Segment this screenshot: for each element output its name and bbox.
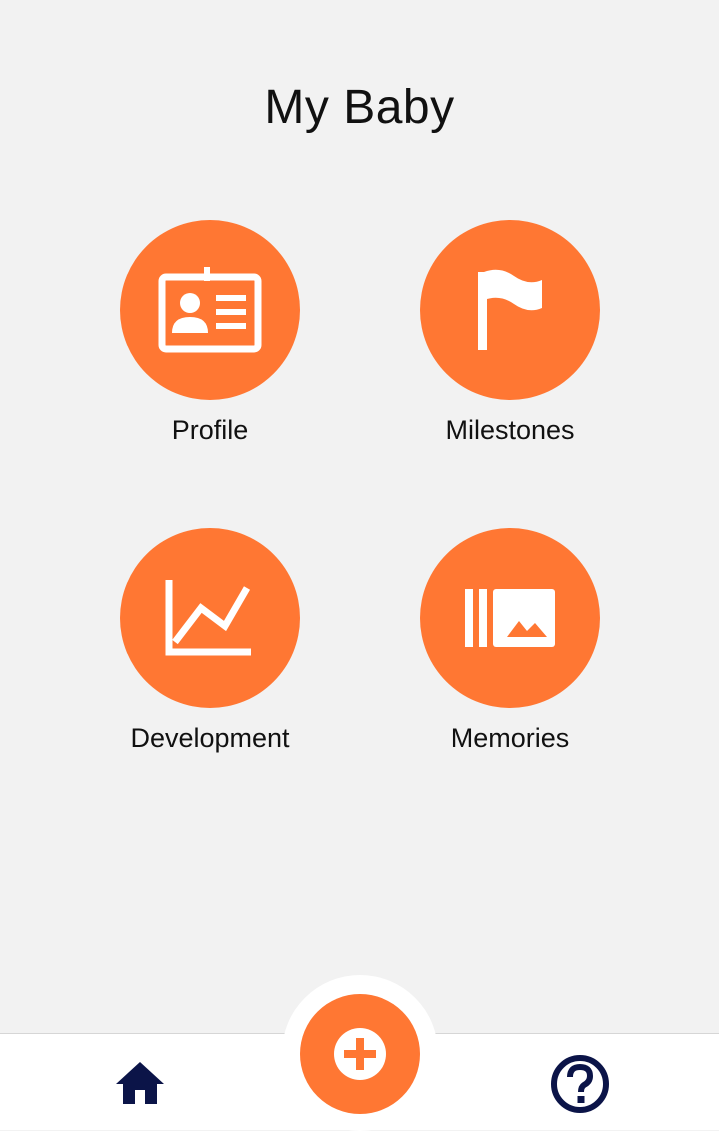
flag-icon xyxy=(478,269,542,350)
memories-label: Memories xyxy=(450,723,570,753)
add-button[interactable] xyxy=(300,994,420,1114)
development-button[interactable] xyxy=(120,528,300,708)
memories-tile[interactable]: Memories xyxy=(390,528,630,756)
milestones-tile[interactable]: Milestones xyxy=(390,220,630,448)
profile-button[interactable] xyxy=(120,220,300,400)
photo-library-icon xyxy=(465,589,555,647)
page-title: My Baby xyxy=(264,81,455,134)
milestones-button[interactable] xyxy=(420,220,600,400)
plus-icon xyxy=(334,1028,386,1080)
profile-tile[interactable]: Profile xyxy=(90,220,330,448)
help-nav-button[interactable] xyxy=(548,1052,612,1116)
help-circle-icon xyxy=(551,1055,609,1113)
memories-button[interactable] xyxy=(420,528,600,708)
development-label: Development xyxy=(130,723,290,753)
id-card-icon xyxy=(158,267,262,353)
line-chart-icon xyxy=(165,580,251,656)
profile-label: Profile xyxy=(171,415,249,445)
milestones-label: Milestones xyxy=(445,415,575,445)
development-tile[interactable]: Development xyxy=(90,528,330,756)
home-nav-button[interactable] xyxy=(110,1055,170,1111)
home-icon xyxy=(116,1062,164,1104)
